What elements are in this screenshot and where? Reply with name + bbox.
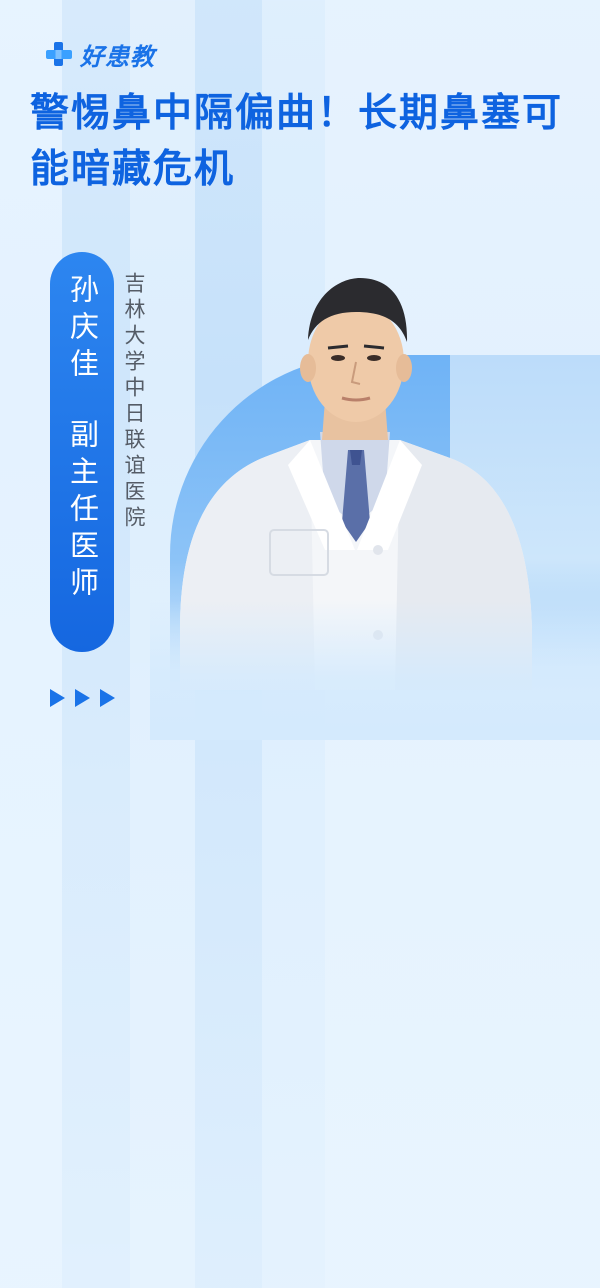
page-title: 警惕鼻中隔偏曲！长期鼻塞可能暗藏危机 [30, 91, 564, 192]
doctor-position: 副主任医师 [65, 419, 100, 604]
brand-logo: 好患教 [44, 38, 155, 71]
portrait-fade [150, 600, 600, 740]
play-arrow-icon [75, 689, 90, 707]
doctor-hospital: 吉林大学中日联谊医院 [122, 272, 146, 532]
doctor-name: 孙庆佳 [65, 274, 100, 385]
brand-name: 好患教 [80, 42, 155, 71]
triple-play-arrows-icon [50, 689, 115, 707]
play-arrow-icon [100, 689, 115, 707]
doctor-name-badge: 孙庆佳 副主任医师 [50, 252, 114, 652]
medical-cross-logo-icon [46, 42, 72, 66]
play-arrow-icon [50, 689, 65, 707]
